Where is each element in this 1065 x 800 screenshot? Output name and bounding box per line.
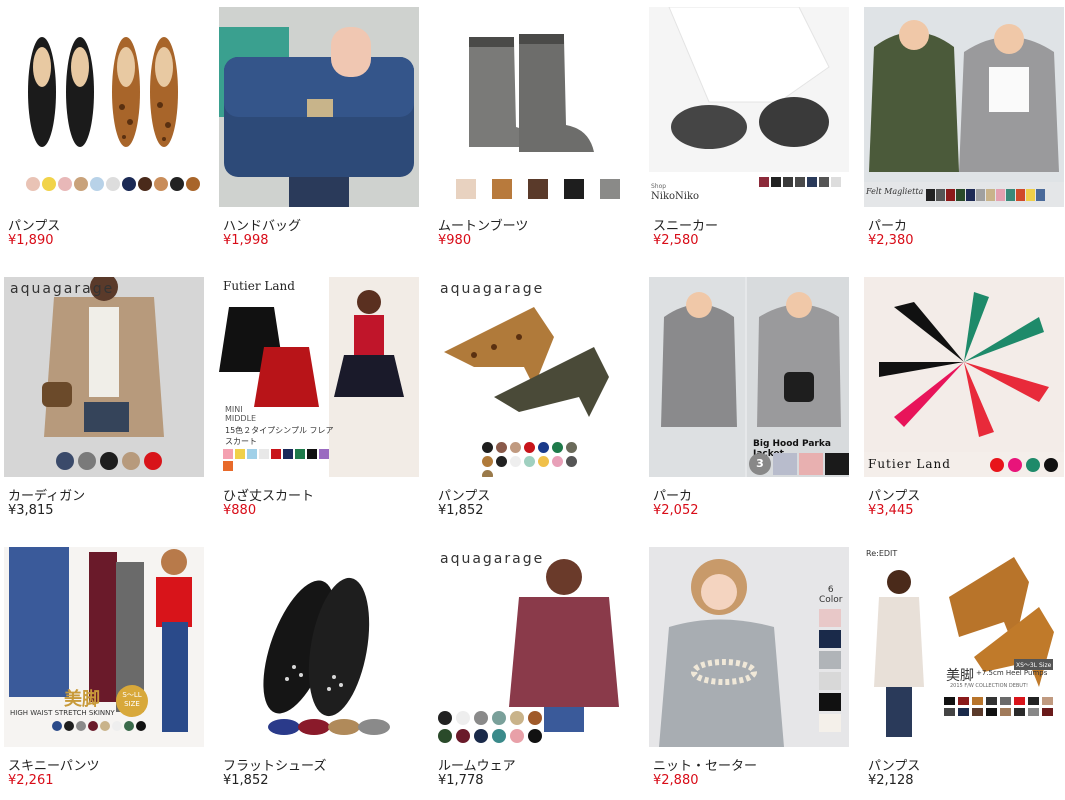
length-label: MINI MIDDLE bbox=[225, 405, 257, 423]
product-card-sneaker[interactable]: Shop NikoNiko スニーカー ¥2,580 bbox=[649, 7, 849, 248]
color-swatches bbox=[773, 453, 849, 475]
product-card-parka-2[interactable]: Big Hood Parka Jacket 3 パーカ ¥2,052 bbox=[649, 277, 849, 518]
product-image[interactable]: 美脚 HIGH WAIST STRETCH SKINNY S〜LL SIZE bbox=[4, 547, 204, 747]
color-swatches bbox=[819, 609, 841, 732]
color-swatches bbox=[52, 721, 152, 731]
product-image[interactable] bbox=[219, 547, 419, 747]
promo-subtitle: +7.5cm Heel Pumps bbox=[976, 669, 1048, 677]
size-range: XS〜3L Size bbox=[1014, 659, 1054, 670]
color-swatches bbox=[26, 177, 200, 191]
product-card-pumps-4[interactable]: Re:EDIT 美脚 +7.5cm Heel Pumps XS〜3L Size … bbox=[864, 547, 1064, 788]
product-card-knit-sweater[interactable]: 6 Color ニット・セーター ¥2,880 bbox=[649, 547, 849, 788]
product-card-parka-1[interactable]: Felt Maglietta パーカ ¥2,380 bbox=[864, 7, 1064, 248]
product-card-pumps-2[interactable]: aquagarage パンプス ¥1,852 bbox=[434, 277, 634, 518]
product-price: ¥2,880 bbox=[653, 773, 699, 788]
product-price: ¥1,890 bbox=[8, 233, 54, 248]
product-card-pumps-3[interactable]: Futier Land パンプス ¥3,445 bbox=[864, 277, 1064, 518]
product-card-skirt[interactable]: Futier Land MINI MIDDLE 15色２タイプシンプル フレアス… bbox=[219, 277, 419, 518]
product-image[interactable]: Futier Land MINI MIDDLE 15色２タイプシンプル フレアス… bbox=[219, 277, 419, 477]
color-swatches bbox=[944, 697, 1062, 716]
skirt-caption: 15色２タイプシンプル フレアスカート bbox=[225, 426, 334, 446]
product-card-roomwear[interactable]: aquagarage ルームウェア ¥1,778 bbox=[434, 547, 634, 788]
product-name[interactable]: パンプス bbox=[438, 485, 490, 504]
color-swatches bbox=[482, 442, 582, 477]
product-name[interactable]: パンプス bbox=[868, 485, 920, 504]
brand-logo: aquagarage bbox=[10, 281, 115, 297]
product-price: ¥1,852 bbox=[438, 503, 484, 518]
product-price: ¥980 bbox=[438, 233, 472, 248]
product-price: ¥3,815 bbox=[8, 503, 54, 518]
product-price: ¥3,445 bbox=[868, 503, 914, 518]
product-name[interactable]: ひざ丈スカート bbox=[223, 485, 314, 504]
promo-title: 美脚 bbox=[64, 689, 100, 710]
color-count-badge: 3 bbox=[749, 453, 771, 475]
color-swatches bbox=[990, 458, 1058, 472]
product-name[interactable]: カーディガン bbox=[8, 485, 85, 504]
product-card-handbag[interactable]: ハンドバッグ ¥1,998 bbox=[219, 7, 419, 248]
promo-title: 美脚 bbox=[946, 668, 974, 684]
product-image[interactable]: aquagarage bbox=[434, 547, 634, 747]
brand-logo: aquagarage bbox=[440, 551, 545, 567]
brand-logo: Futier Land bbox=[223, 279, 295, 293]
product-price: ¥2,052 bbox=[653, 503, 699, 518]
brand-logo: aquagarage bbox=[440, 281, 545, 297]
product-image[interactable]: Re:EDIT 美脚 +7.5cm Heel Pumps XS〜3L Size … bbox=[864, 547, 1064, 747]
product-name[interactable]: パーカ bbox=[653, 485, 692, 504]
product-grid: パンプス ¥1,890 ハンドバッグ ¥1,998 ムートンブーツ ¥980 S… bbox=[0, 0, 1065, 800]
product-name[interactable]: ハンドバッグ bbox=[223, 215, 301, 234]
product-image[interactable]: aquagarage bbox=[434, 277, 634, 477]
product-image[interactable] bbox=[434, 7, 634, 207]
product-image[interactable]: 6 Color bbox=[649, 547, 849, 747]
product-image[interactable]: Futier Land bbox=[864, 277, 1064, 477]
color-swatches bbox=[438, 711, 558, 743]
product-name[interactable]: パンプス bbox=[868, 755, 920, 774]
product-card-cardigan[interactable]: aquagarage カーディガン ¥3,815 bbox=[4, 277, 204, 518]
product-image[interactable] bbox=[219, 7, 419, 207]
color-swatches bbox=[223, 449, 331, 471]
product-price: ¥1,852 bbox=[223, 773, 269, 788]
color-swatches bbox=[759, 177, 849, 187]
shop-logo: Felt Maglietta bbox=[866, 187, 924, 196]
product-image[interactable]: Shop NikoNiko bbox=[649, 7, 849, 207]
product-price: ¥1,998 bbox=[223, 233, 269, 248]
product-image[interactable]: Big Hood Parka Jacket 3 bbox=[649, 277, 849, 477]
product-card-skinny-pants[interactable]: 美脚 HIGH WAIST STRETCH SKINNY S〜LL SIZE ス… bbox=[4, 547, 204, 788]
product-price: ¥2,380 bbox=[868, 233, 914, 248]
product-price: ¥2,128 bbox=[868, 773, 914, 788]
product-name[interactable]: スニーカー bbox=[653, 215, 718, 234]
product-image[interactable]: aquagarage bbox=[4, 277, 204, 477]
color-swatches bbox=[456, 179, 620, 199]
product-card-mouton-boots[interactable]: ムートンブーツ ¥980 bbox=[434, 7, 634, 248]
collection-label: 2015 F/W COLLECTION DEBUT! bbox=[950, 683, 1029, 689]
shop-logo: NikoNiko bbox=[651, 191, 700, 202]
color-swatches bbox=[56, 452, 162, 470]
product-name[interactable]: ニット・セーター bbox=[653, 755, 757, 774]
product-price: ¥880 bbox=[223, 503, 257, 518]
promo-subtitle: HIGH WAIST STRETCH SKINNY bbox=[10, 709, 115, 717]
product-price: ¥2,580 bbox=[653, 233, 699, 248]
size-badge: S〜LL SIZE bbox=[116, 685, 148, 717]
product-image[interactable] bbox=[4, 7, 204, 207]
product-image[interactable]: Felt Maglietta bbox=[864, 7, 1064, 207]
product-card-pumps-1[interactable]: パンプス ¥1,890 bbox=[4, 7, 204, 248]
product-price: ¥1,778 bbox=[438, 773, 484, 788]
brand-logo: Re:EDIT bbox=[866, 549, 898, 558]
product-price: ¥2,261 bbox=[8, 773, 54, 788]
product-name[interactable]: ルームウェア bbox=[438, 755, 516, 774]
shop-label: Shop bbox=[651, 183, 667, 190]
color-count-label: 6 Color bbox=[819, 585, 843, 605]
product-name[interactable]: フラットシューズ bbox=[223, 755, 326, 774]
brand-logo: Futier Land bbox=[868, 457, 951, 471]
product-name[interactable]: スキニーパンツ bbox=[8, 755, 100, 774]
color-swatches bbox=[926, 189, 1045, 201]
product-name[interactable]: ムートンブーツ bbox=[438, 215, 528, 234]
product-card-flat-shoes[interactable]: フラットシューズ ¥1,852 bbox=[219, 547, 419, 788]
product-name[interactable]: パーカ bbox=[868, 215, 907, 234]
product-name[interactable]: パンプス bbox=[8, 215, 60, 234]
